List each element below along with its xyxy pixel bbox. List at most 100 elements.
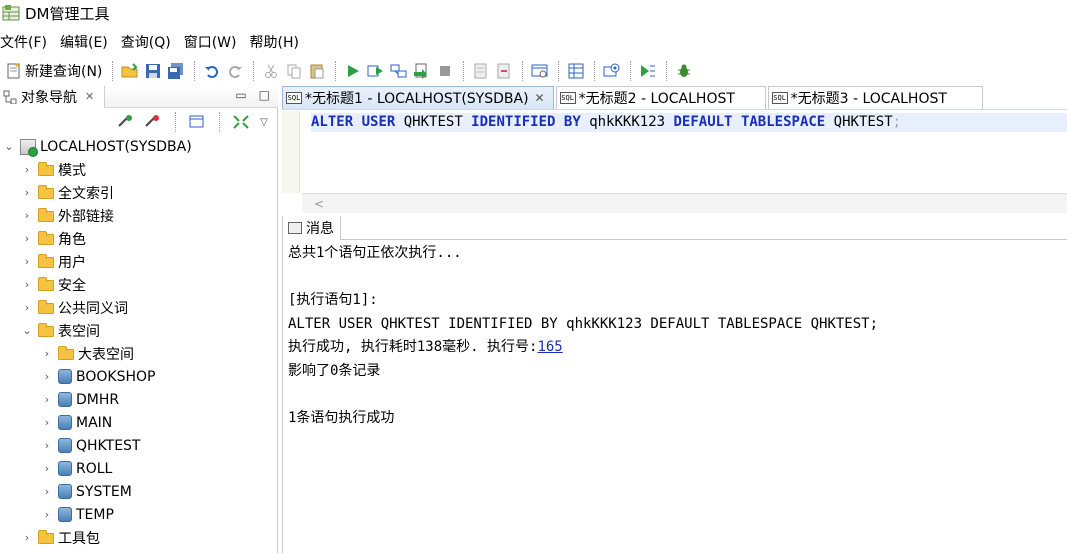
tab-object-navigator[interactable]: 对象导航 ✕ bbox=[0, 85, 106, 108]
tree-item[interactable]: › 大表空间 bbox=[0, 342, 278, 365]
connect-button[interactable] bbox=[601, 60, 623, 82]
sql-identifier: qhkKKK123 bbox=[580, 114, 674, 130]
disconnect-db-button[interactable] bbox=[142, 111, 164, 133]
execute-button[interactable] bbox=[342, 60, 364, 82]
message-line: ALTER USER QHKTEST IDENTIFIED BY qhkKKK1… bbox=[288, 315, 879, 332]
chevron-down-icon[interactable]: ⌄ bbox=[2, 140, 16, 153]
tree-item[interactable]: › BOOKSHOP bbox=[0, 365, 278, 388]
folder-icon bbox=[38, 530, 54, 544]
view-menu-button[interactable]: ▽ bbox=[257, 111, 271, 133]
grid-button[interactable] bbox=[565, 60, 587, 82]
debug-button[interactable] bbox=[673, 60, 695, 82]
tab-untitled-3[interactable]: SQL *无标题3 - LOCALHOST bbox=[767, 86, 983, 109]
folder-icon bbox=[38, 231, 54, 245]
chevron-right-icon[interactable]: › bbox=[40, 393, 54, 406]
menu-help[interactable]: 帮助(H) bbox=[250, 32, 306, 52]
chevron-right-icon[interactable]: › bbox=[20, 209, 34, 222]
chevron-right-icon[interactable]: › bbox=[20, 255, 34, 268]
chevron-right-icon[interactable]: › bbox=[40, 485, 54, 498]
paste-button[interactable] bbox=[306, 60, 328, 82]
tree-item[interactable]: › 模式 bbox=[0, 158, 278, 181]
message-line: [执行语句1]: bbox=[288, 292, 378, 308]
rollback-button[interactable] bbox=[493, 60, 515, 82]
tree-item[interactable]: › 外部链接 bbox=[0, 204, 278, 227]
debug-run-icon bbox=[641, 65, 656, 77]
horizontal-scrollbar[interactable]: < bbox=[302, 193, 1067, 213]
expand-icon bbox=[233, 115, 249, 129]
menu-window[interactable]: 窗口(W) bbox=[184, 32, 244, 52]
chevron-right-icon[interactable]: › bbox=[20, 186, 34, 199]
copy-button[interactable] bbox=[283, 60, 305, 82]
chevron-right-icon[interactable]: › bbox=[40, 370, 54, 383]
tree-item[interactable]: › 公共同义词 bbox=[0, 296, 278, 319]
stop-button[interactable] bbox=[434, 60, 456, 82]
tree-item-label: 模式 bbox=[58, 162, 86, 179]
chevron-right-icon[interactable]: › bbox=[20, 232, 34, 245]
chevron-down-icon[interactable]: ⌄ bbox=[20, 324, 34, 337]
chevron-right-icon[interactable]: › bbox=[20, 278, 34, 291]
tree-item[interactable]: › 全文索引 bbox=[0, 181, 278, 204]
monitor-button[interactable] bbox=[529, 60, 551, 82]
chevron-right-icon[interactable]: › bbox=[40, 508, 54, 521]
tree-item[interactable]: ⌄ 表空间 bbox=[0, 319, 278, 342]
tree-item[interactable]: › MAIN bbox=[0, 411, 278, 434]
tree-item-label: 公共同义词 bbox=[58, 300, 128, 317]
refresh-button[interactable] bbox=[186, 111, 208, 133]
chevron-right-icon[interactable]: › bbox=[40, 347, 54, 360]
tree-item[interactable]: › ROLL bbox=[0, 457, 278, 480]
new-query-button[interactable]: 新建查询(N) bbox=[6, 61, 102, 81]
sql-identifier bbox=[733, 114, 741, 130]
menu-edit[interactable]: 编辑(E) bbox=[60, 32, 115, 52]
tree-item[interactable]: › TEMP bbox=[0, 503, 278, 526]
minimize-icon[interactable]: ▭ bbox=[235, 88, 246, 102]
close-icon[interactable]: ✕ bbox=[85, 90, 94, 103]
save-button[interactable] bbox=[142, 60, 164, 82]
title-bar: DM管理工具 bbox=[0, 0, 1067, 26]
expand-collapse-button[interactable] bbox=[230, 111, 252, 133]
tab-untitled-1[interactable]: SQL *无标题1 - LOCALHOST(SYSDBA) ✕ bbox=[282, 86, 554, 109]
scroll-left-icon[interactable]: < bbox=[314, 197, 324, 211]
editor-tab-label: *无标题3 - LOCALHOST bbox=[790, 91, 947, 107]
chevron-right-icon[interactable]: › bbox=[40, 439, 54, 452]
connect-db-button[interactable] bbox=[115, 111, 137, 133]
tree-item[interactable]: › 角色 bbox=[0, 227, 278, 250]
tree-item[interactable]: › DMHR bbox=[0, 388, 278, 411]
tree-root[interactable]: ⌄ LOCALHOST(SYSDBA) bbox=[0, 135, 278, 158]
chevron-right-icon[interactable]: › bbox=[20, 531, 34, 544]
maximize-icon[interactable]: □ bbox=[259, 88, 270, 102]
message-line bbox=[288, 383, 878, 407]
undo-button[interactable] bbox=[201, 60, 223, 82]
sql-keyword: USER bbox=[361, 114, 396, 130]
tab-untitled-2[interactable]: SQL *无标题2 - LOCALHOST bbox=[555, 86, 766, 109]
menu-file[interactable]: 文件(F) bbox=[0, 32, 54, 52]
tree-item[interactable]: › QHKTEST bbox=[0, 434, 278, 457]
tab-messages[interactable]: 消息 bbox=[283, 216, 341, 240]
menu-query[interactable]: 查询(Q) bbox=[121, 32, 178, 52]
debug-run-button[interactable] bbox=[637, 60, 659, 82]
sql-statement-line[interactable]: ALTER USER QHKTEST IDENTIFIED BY qhkKKK1… bbox=[311, 113, 1067, 132]
save-all-button[interactable] bbox=[165, 60, 187, 82]
redo-button[interactable] bbox=[224, 60, 246, 82]
chevron-right-icon[interactable]: › bbox=[40, 416, 54, 429]
messages-header: 消息 bbox=[283, 216, 1067, 240]
close-icon[interactable]: ✕ bbox=[535, 91, 545, 105]
sql-identifier bbox=[353, 114, 361, 130]
editor-body[interactable]: ALTER USER QHKTEST IDENTIFIED BY qhkKKK1… bbox=[282, 111, 1067, 193]
save-icon bbox=[146, 64, 161, 78]
explain-button[interactable] bbox=[388, 60, 410, 82]
open-button[interactable] bbox=[119, 60, 141, 82]
execution-id-link[interactable]: 165 bbox=[537, 339, 562, 355]
tree-item[interactable]: › SYSTEM bbox=[0, 480, 278, 503]
folder-icon bbox=[38, 162, 54, 176]
export-button[interactable] bbox=[411, 60, 433, 82]
chevron-right-icon[interactable]: › bbox=[20, 163, 34, 176]
commit-button[interactable] bbox=[470, 60, 492, 82]
chevron-right-icon[interactable]: › bbox=[20, 301, 34, 314]
tree-item[interactable]: › 安全 bbox=[0, 273, 278, 296]
tree-item[interactable]: › 用户 bbox=[0, 250, 278, 273]
tree-item[interactable]: › 工具包 bbox=[0, 526, 278, 549]
execute-step-button[interactable] bbox=[365, 60, 387, 82]
chevron-right-icon[interactable]: › bbox=[40, 462, 54, 475]
grid-icon bbox=[568, 63, 584, 79]
cut-button[interactable] bbox=[260, 60, 282, 82]
